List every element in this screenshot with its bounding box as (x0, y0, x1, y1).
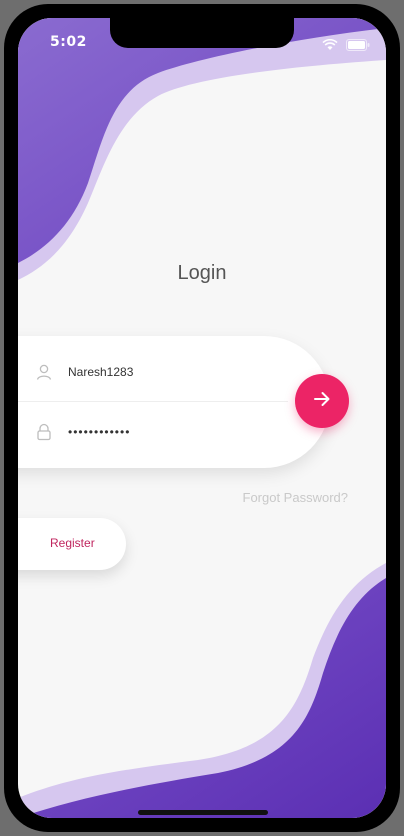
username-field[interactable]: Naresh1283 (32, 342, 292, 402)
login-card: Naresh1283 •••••••••••• (18, 336, 330, 468)
arrow-right-icon (311, 388, 333, 414)
wifi-icon (322, 36, 338, 55)
status-icons (322, 36, 370, 55)
home-indicator[interactable] (138, 810, 268, 815)
forgot-password-link[interactable]: Forgot Password? (243, 490, 349, 505)
page-title: Login (177, 262, 227, 284)
login-submit-button[interactable] (295, 374, 349, 428)
battery-icon (346, 36, 370, 55)
device-frame: 5:02 Login Naresh1283 •••••••••••• Forgo… (4, 4, 400, 832)
register-label: Register (50, 536, 95, 550)
password-field[interactable]: •••••••••••• (32, 402, 292, 462)
login-screen: 5:02 Login Naresh1283 •••••••••••• Forgo… (18, 18, 386, 818)
status-time: 5:02 (50, 34, 87, 50)
person-icon (32, 360, 56, 384)
register-button[interactable]: Register (18, 518, 126, 570)
lock-icon (32, 420, 56, 444)
device-notch (110, 18, 294, 48)
username-input[interactable]: Naresh1283 (68, 365, 133, 379)
password-input[interactable]: •••••••••••• (68, 425, 130, 439)
